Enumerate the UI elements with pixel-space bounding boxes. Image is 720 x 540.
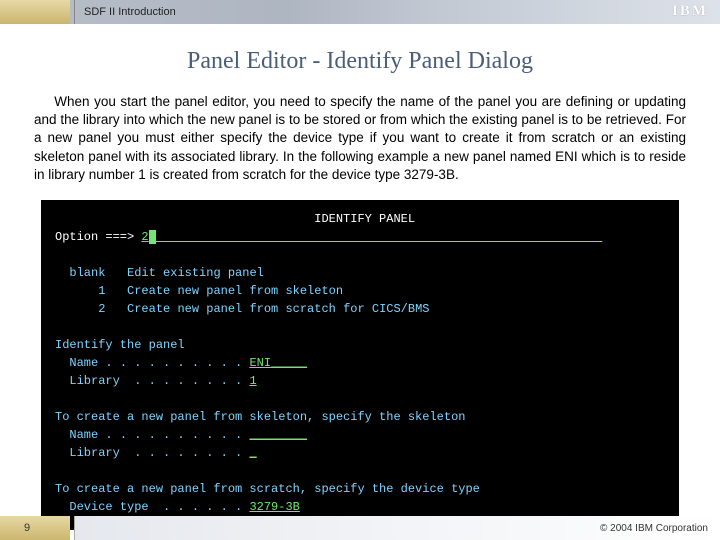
identify-name-label: Name . . . . . . . . . . — [69, 356, 242, 370]
page-title: Panel Editor - Identify Panel Dialog — [0, 48, 720, 75]
cursor-icon — [149, 230, 156, 244]
footer-accent — [0, 516, 70, 540]
opt-blank-desc: Edit existing panel — [127, 266, 264, 280]
identify-name-pad: _____ — [271, 356, 307, 370]
scratch-label: To create a new panel from scratch, spec… — [55, 482, 480, 496]
opt-1-key: 1 — [98, 284, 105, 298]
option-value: 2 — [141, 230, 148, 244]
copyright: © 2004 IBM Corporation — [600, 523, 708, 534]
opt-1-desc: Create new panel from skeleton — [127, 284, 343, 298]
scratch-device-label: Device type . . . . . . — [69, 500, 242, 514]
opt-blank-key: blank — [69, 266, 105, 280]
skeleton-lib-blank: _ — [249, 446, 256, 460]
identify-lib-value: 1 — [249, 374, 256, 388]
identify-lib-label: Library . . . . . . . . — [69, 374, 242, 388]
slide-footer: 9 © 2004 IBM Corporation — [0, 516, 720, 540]
terminal-heading: IDENTIFY PANEL — [314, 212, 415, 226]
body-paragraph: When you start the panel editor, you nee… — [0, 93, 720, 184]
header-accent — [0, 0, 70, 24]
skeleton-name-label: Name . . . . . . . . . . — [69, 428, 242, 442]
opt-2-key: 2 — [98, 302, 105, 316]
skeleton-lib-label: Library . . . . . . . . — [69, 446, 242, 460]
identify-name-value: ENI — [249, 356, 271, 370]
slide-header: SDF II Introduction IBM — [0, 0, 720, 24]
header-divider — [74, 0, 75, 24]
header-product: SDF II Introduction — [84, 6, 176, 18]
skeleton-name-blank: ________ — [249, 428, 307, 442]
terminal-screenshot: ....................................IDEN… — [41, 200, 679, 530]
page-number: 9 — [24, 522, 30, 534]
opt-2-desc: Create new panel from scratch for CICS/B… — [127, 302, 429, 316]
identify-label: Identify the panel — [55, 338, 185, 352]
option-prompt: Option ===> — [55, 230, 134, 244]
skeleton-label: To create a new panel from skeleton, spe… — [55, 410, 465, 424]
ibm-logo: IBM — [672, 3, 708, 20]
scratch-device-value: 3279-3B — [249, 500, 299, 514]
